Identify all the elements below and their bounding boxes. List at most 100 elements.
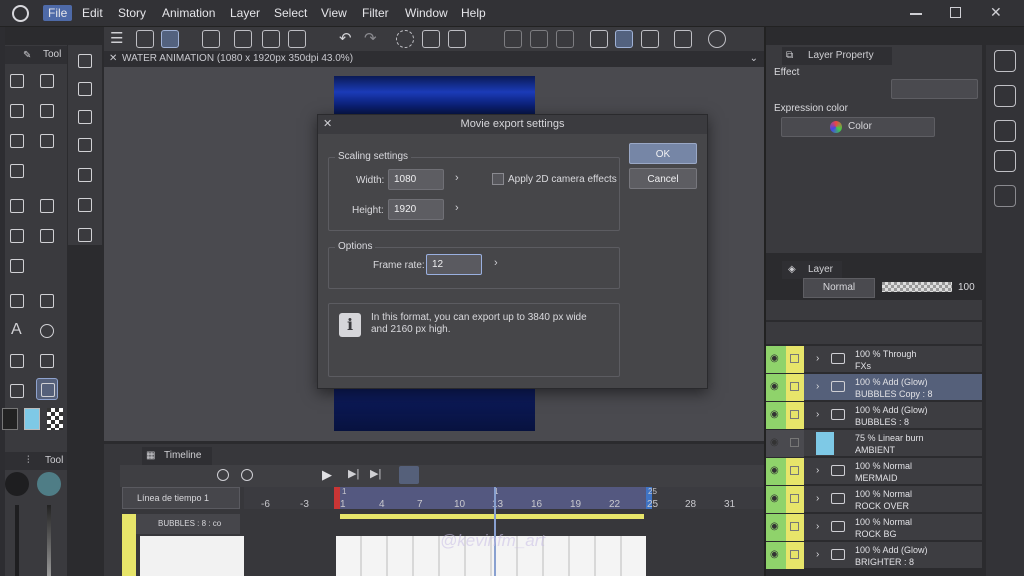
vector-ruler-icon[interactable] (641, 30, 659, 48)
height-field[interactable]: 1920 (388, 199, 444, 220)
eyedropper-tool[interactable] (36, 378, 58, 400)
layer-row[interactable]: ◉ › 100 % Normal MERMAID (766, 458, 982, 485)
menu-story[interactable]: Story (113, 5, 151, 21)
redo-icon[interactable]: ↷ (364, 29, 377, 47)
tool-tab[interactable]: ✎ Tool (5, 46, 67, 64)
layer-visibility-toggle[interactable]: ◉ (766, 402, 786, 429)
subtool-3[interactable] (74, 106, 96, 128)
transparent-color-swatch[interactable] (47, 408, 63, 430)
loading-icon[interactable] (396, 30, 414, 48)
close-window-icon[interactable]: ✕ (990, 4, 1002, 21)
next-frame-icon[interactable]: ▶| (348, 467, 359, 480)
material-icon[interactable] (994, 85, 1016, 107)
close-doc-icon[interactable]: ✕ (109, 51, 117, 67)
decoration-tool[interactable] (6, 130, 28, 152)
width-field[interactable]: 1080 (388, 169, 444, 190)
frame-tool[interactable] (6, 350, 28, 372)
ok-button[interactable]: OK (629, 143, 697, 164)
expand-chevron-icon[interactable]: › (816, 465, 819, 476)
subtool-2[interactable] (74, 78, 96, 100)
layer-visibility-toggle[interactable]: ◉ (766, 374, 786, 401)
help-icon[interactable] (708, 30, 726, 48)
new-file-icon[interactable] (234, 30, 252, 48)
transform-icon[interactable] (161, 30, 179, 48)
hand-tool[interactable] (6, 380, 28, 402)
opacity-slider-bar[interactable] (882, 282, 952, 292)
grid-tool[interactable] (6, 160, 28, 182)
document-tab[interactable]: ✕ WATER ANIMATION (1080 x 1920px 350dpi … (104, 51, 764, 67)
layer-lock-toggle[interactable] (786, 346, 804, 373)
brush-size-slider[interactable] (15, 505, 19, 576)
layer-lock-toggle[interactable] (786, 542, 804, 569)
width-chevron-icon[interactable]: › (455, 172, 459, 184)
open-folder-icon[interactable] (262, 30, 280, 48)
lasso-tool[interactable] (36, 195, 58, 217)
menu-help[interactable]: Help (456, 5, 491, 21)
frame-rate-field[interactable]: 12 (426, 254, 482, 275)
app-logo-icon[interactable] (12, 5, 29, 22)
tool-sub-tab[interactable]: ⫶ Tool (5, 452, 67, 470)
layer-row[interactable]: ◉ › 100 % Add (Glow) BRIGHTER : 8 (766, 542, 982, 569)
brush-tool[interactable] (36, 100, 58, 122)
smartphone-icon[interactable] (674, 30, 692, 48)
menu-select[interactable]: Select (269, 5, 312, 21)
pencil-tool[interactable] (36, 70, 58, 92)
fill-tool[interactable] (36, 225, 58, 247)
fill-icon[interactable] (422, 30, 440, 48)
subtool-5[interactable] (74, 164, 96, 186)
layer-row[interactable]: ◉ 75 % Linear burn AMBIENT (766, 430, 982, 457)
subtool-4[interactable] (74, 134, 96, 156)
save-cloud-icon[interactable] (288, 30, 306, 48)
layer-visibility-toggle[interactable]: ◉ (766, 430, 786, 457)
zoom-out-icon[interactable] (217, 469, 229, 481)
last-frame-icon[interactable]: ▶| (370, 467, 381, 480)
menu-file[interactable]: File (43, 5, 73, 21)
brush-size-dot-dark[interactable] (5, 472, 29, 496)
layer-lock-toggle[interactable] (786, 402, 804, 429)
track-selector[interactable]: Línea de tiempo 1 (122, 487, 240, 509)
dialog-close-icon[interactable]: ✕ (323, 117, 332, 130)
subtool-1[interactable] (74, 50, 96, 72)
hamburger-icon[interactable]: ☰ (110, 30, 123, 48)
expression-color-select[interactable]: Color (781, 117, 935, 137)
balloon-tool[interactable] (36, 320, 58, 342)
height-chevron-icon[interactable]: › (455, 202, 459, 214)
layer-visibility-toggle[interactable]: ◉ (766, 458, 786, 485)
line-tool[interactable] (36, 290, 58, 312)
layer-visibility-toggle[interactable]: ◉ (766, 346, 786, 373)
pen-ruler-icon[interactable] (615, 30, 633, 48)
timeline-tab[interactable]: ▦ Timeline (142, 447, 212, 465)
brush-size-dot-teal[interactable] (37, 472, 61, 496)
menu-layer[interactable]: Layer (225, 5, 265, 21)
blend-tool[interactable] (6, 195, 28, 217)
correct-line-tool[interactable] (36, 350, 58, 372)
effect-buttons[interactable] (891, 79, 978, 99)
crop-icon[interactable] (448, 30, 466, 48)
rotate-view-icon[interactable] (202, 30, 220, 48)
layer-lock-toggle[interactable] (786, 374, 804, 401)
layer-row[interactable]: ◉ › 100 % Normal ROCK BG (766, 514, 982, 541)
expand-chevron-icon[interactable]: › (816, 549, 819, 560)
opacity-slider[interactable] (47, 505, 51, 576)
layer-lock-toggle[interactable] (786, 430, 804, 457)
layer-tab[interactable]: ◈ Layer (782, 261, 842, 279)
eraser-tool[interactable] (6, 100, 28, 122)
layer-row[interactable]: ◉ › 100 % Normal ROCK OVER (766, 486, 982, 513)
layer-row[interactable]: ◉ › 100 % Add (Glow) BUBBLES : 8 (766, 402, 982, 429)
layer-property-tab[interactable]: ⧉ Layer Property (782, 47, 892, 65)
layer-row[interactable]: ◉ › 100 % Add (Glow) BUBBLES Copy : 8 (766, 374, 982, 401)
menu-view[interactable]: View (316, 5, 352, 21)
expand-chevron-icon[interactable]: › (816, 493, 819, 504)
fill-selection-icon[interactable] (556, 30, 574, 48)
expand-chevron-icon[interactable]: › (816, 353, 819, 364)
clear-icon[interactable] (504, 30, 522, 48)
move-tool[interactable] (36, 130, 58, 152)
layer-lock-toggle[interactable] (786, 486, 804, 513)
layer-lock-toggle[interactable] (786, 514, 804, 541)
gradient-tool[interactable] (6, 255, 28, 277)
main-color-swatch[interactable] (2, 408, 18, 430)
fit-canvas-icon[interactable] (136, 30, 154, 48)
layer-row[interactable]: ◉ › 100 % Through FXs (766, 346, 982, 373)
play-icon[interactable]: ▶ (322, 467, 332, 483)
menu-edit[interactable]: Edit (77, 5, 108, 21)
